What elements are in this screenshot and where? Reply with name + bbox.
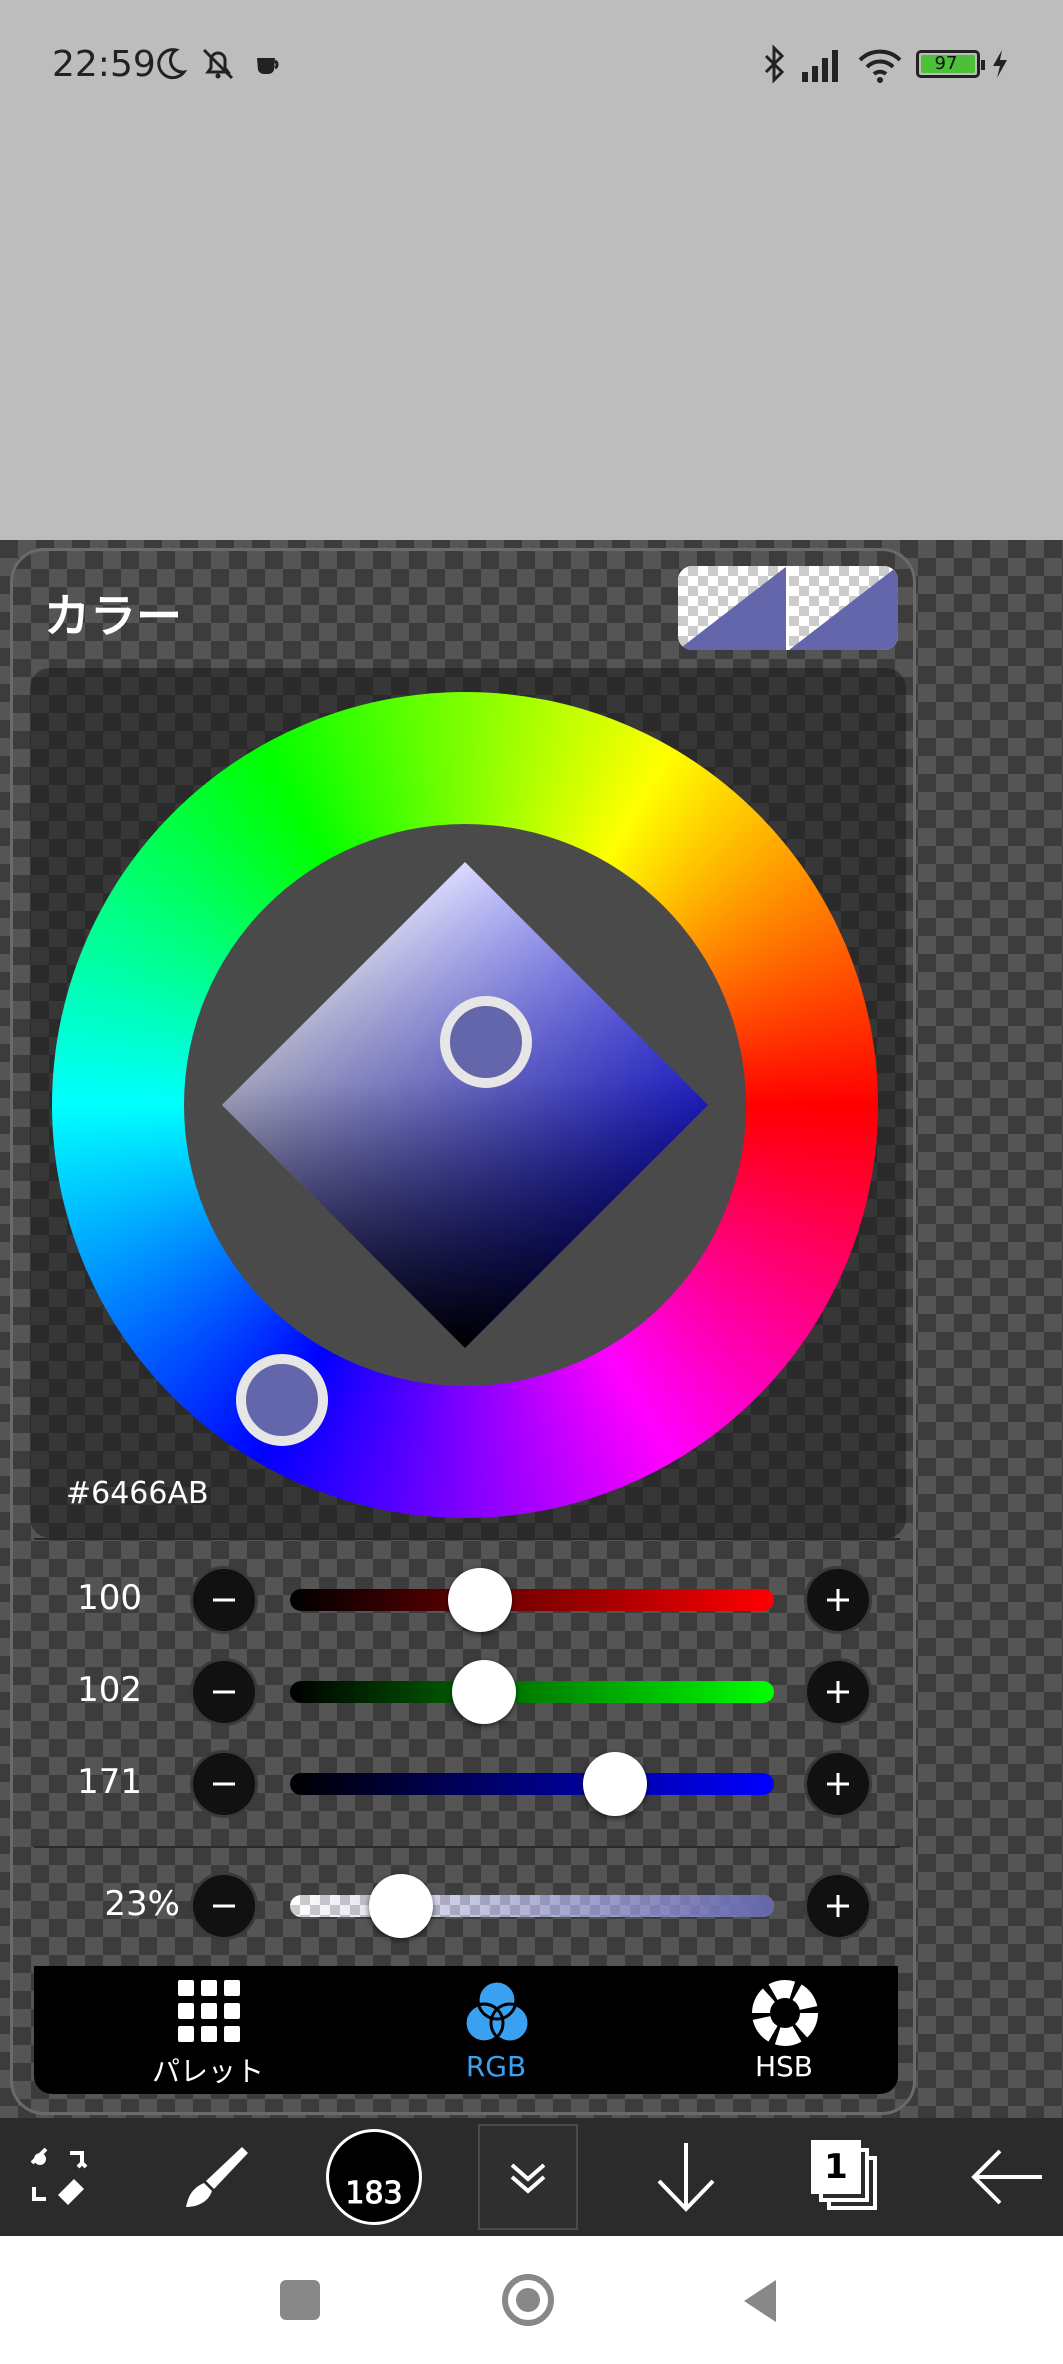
wifi-icon: [856, 46, 904, 88]
battery-level: 97: [934, 53, 958, 74]
hue-handle[interactable]: [236, 1354, 328, 1446]
rgb-circles-icon: [463, 1979, 531, 2044]
tab-palette[interactable]: パレット: [108, 1966, 308, 2094]
red-slider-knob[interactable]: [447, 1568, 512, 1632]
swap-tool-button[interactable]: [10, 2118, 110, 2236]
alpha-slider-knob[interactable]: [369, 1874, 434, 1938]
system-nav-bar: [0, 2236, 1063, 2364]
expand-button[interactable]: [478, 2124, 578, 2230]
tab-hsb-label: HSB: [754, 2050, 814, 2083]
battery-icon: 97: [916, 50, 985, 78]
brush-button[interactable]: [166, 2118, 266, 2236]
green-decrease-button[interactable]: [190, 1658, 258, 1726]
green-increase-button[interactable]: [804, 1658, 872, 1726]
tab-palette-label: パレット: [151, 2055, 264, 2088]
red-increase-button[interactable]: [804, 1566, 872, 1634]
layer-count: 1: [811, 2140, 861, 2194]
panel-title: カラー: [44, 589, 182, 643]
hex-value: #6466AB: [66, 1476, 209, 1511]
alpha-increase-button[interactable]: [804, 1872, 872, 1940]
tab-rgb[interactable]: RGB: [396, 1966, 596, 2094]
hsb-ring-icon: [752, 1980, 818, 2046]
home-button[interactable]: [502, 2274, 554, 2326]
signal-icon: [800, 48, 844, 86]
chevron-down-icon: [510, 2163, 546, 2194]
arrow-down-icon: [657, 2143, 715, 2212]
coffee-icon: [254, 54, 284, 82]
blue-slider-knob[interactable]: [582, 1752, 647, 1816]
tab-rgb-label: RGB: [465, 2050, 527, 2083]
move-down-button[interactable]: [636, 2118, 736, 2236]
green-slider-knob[interactable]: [451, 1660, 516, 1724]
red-slider-track[interactable]: [290, 1589, 774, 1611]
green-slider-track[interactable]: [290, 1681, 774, 1703]
status-bar: 22:59 97: [0, 0, 1063, 130]
saturation-brightness-diamond[interactable]: [222, 862, 708, 1348]
back-button[interactable]: [740, 2278, 780, 2324]
layers-button[interactable]: 1: [796, 2118, 896, 2236]
bluetooth-icon: [760, 44, 788, 88]
green-value: 102: [77, 1670, 142, 1710]
back-arrow-button[interactable]: [956, 2118, 1056, 2236]
alpha-decrease-button[interactable]: [190, 1872, 258, 1940]
grid-icon: [178, 1980, 240, 2042]
color-mode-tabs: パレット RGB HSB: [34, 1966, 898, 2094]
brush-size-value: 183: [345, 2176, 403, 2212]
charging-icon: [990, 48, 1010, 84]
alpha-value: 23%: [104, 1884, 180, 1924]
layers-icon: 1: [809, 2140, 883, 2214]
red-decrease-button[interactable]: [190, 1566, 258, 1634]
recent-apps-button[interactable]: [280, 2280, 320, 2320]
brush-size-button[interactable]: 183: [320, 2118, 428, 2236]
status-time: 22:59: [52, 44, 156, 85]
divider: [34, 1538, 900, 1540]
brush-size-icon: 183: [326, 2129, 422, 2225]
moon-icon: [152, 46, 188, 86]
tab-hsb[interactable]: HSB: [684, 1966, 884, 2094]
saturation-brightness-handle[interactable]: [440, 996, 532, 1088]
bottom-toolbar: 183 1: [0, 2118, 1063, 2236]
bell-off-icon: [200, 46, 236, 86]
brush-icon: [186, 2147, 248, 2207]
back-arrow-icon: [971, 2149, 1042, 2205]
divider: [34, 1846, 900, 1848]
swap-tool-icon: [30, 2147, 88, 2205]
red-value: 100: [77, 1578, 142, 1618]
alpha-slider-track[interactable]: [290, 1895, 774, 1917]
blue-increase-button[interactable]: [804, 1750, 872, 1818]
color-swap-button[interactable]: [678, 566, 898, 650]
blue-slider-track[interactable]: [290, 1773, 774, 1795]
blue-decrease-button[interactable]: [190, 1750, 258, 1818]
blue-value: 171: [77, 1762, 142, 1802]
